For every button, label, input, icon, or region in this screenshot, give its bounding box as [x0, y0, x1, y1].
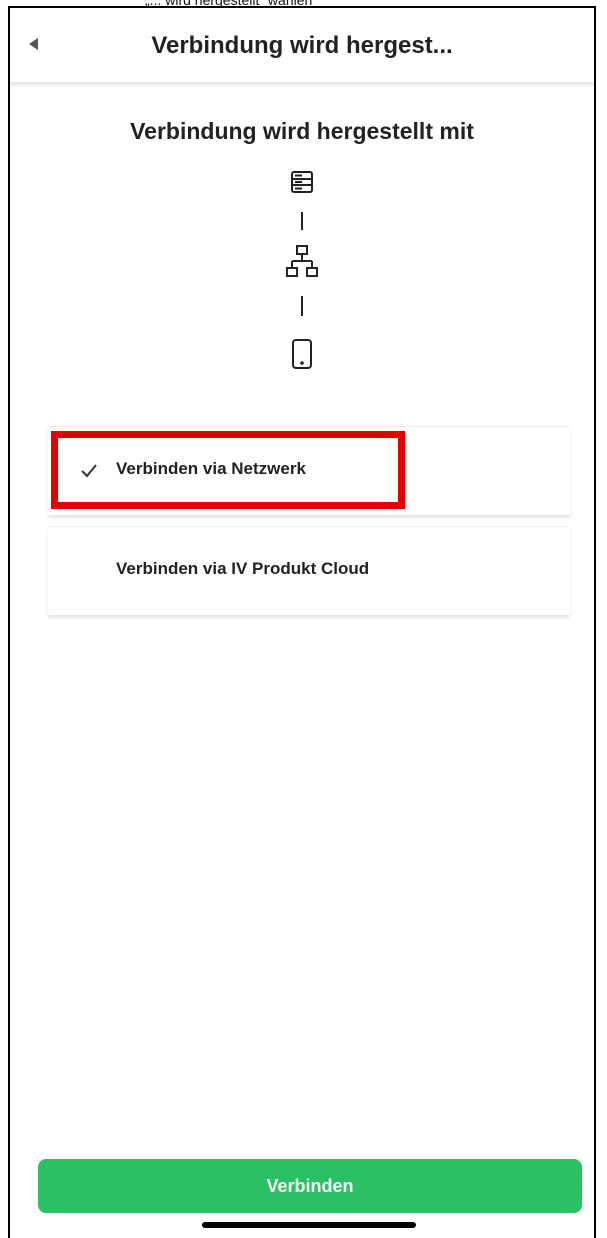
- navigation-bar: Verbindung wird hergest...: [10, 8, 594, 83]
- checkmark-icon: [81, 464, 97, 478]
- back-triangle-icon: [29, 38, 38, 50]
- connection-diagram: [282, 168, 322, 378]
- home-indicator: [202, 1222, 416, 1228]
- option-label: Verbinden via IV Produkt Cloud: [116, 559, 370, 578]
- back-button[interactable]: [24, 34, 44, 54]
- connection-heading: Verbindung wird hergestellt mit: [130, 118, 474, 144]
- connect-button[interactable]: Verbinden: [38, 1159, 582, 1213]
- smartphone-icon: [292, 339, 312, 369]
- option-connect-via-network[interactable]: Verbinden via Netzwerk: [48, 426, 570, 515]
- page-title: Verbindung wird hergest...: [151, 32, 453, 59]
- phone-frame: Verbindung wird hergest... Verbindung wi…: [8, 6, 596, 1238]
- server-icon: [291, 171, 313, 193]
- network-icon: [286, 245, 318, 277]
- option-connect-via-cloud[interactable]: Verbinden via IV Produkt Cloud: [48, 526, 570, 615]
- option-label: Verbinden via Netzwerk: [116, 459, 306, 478]
